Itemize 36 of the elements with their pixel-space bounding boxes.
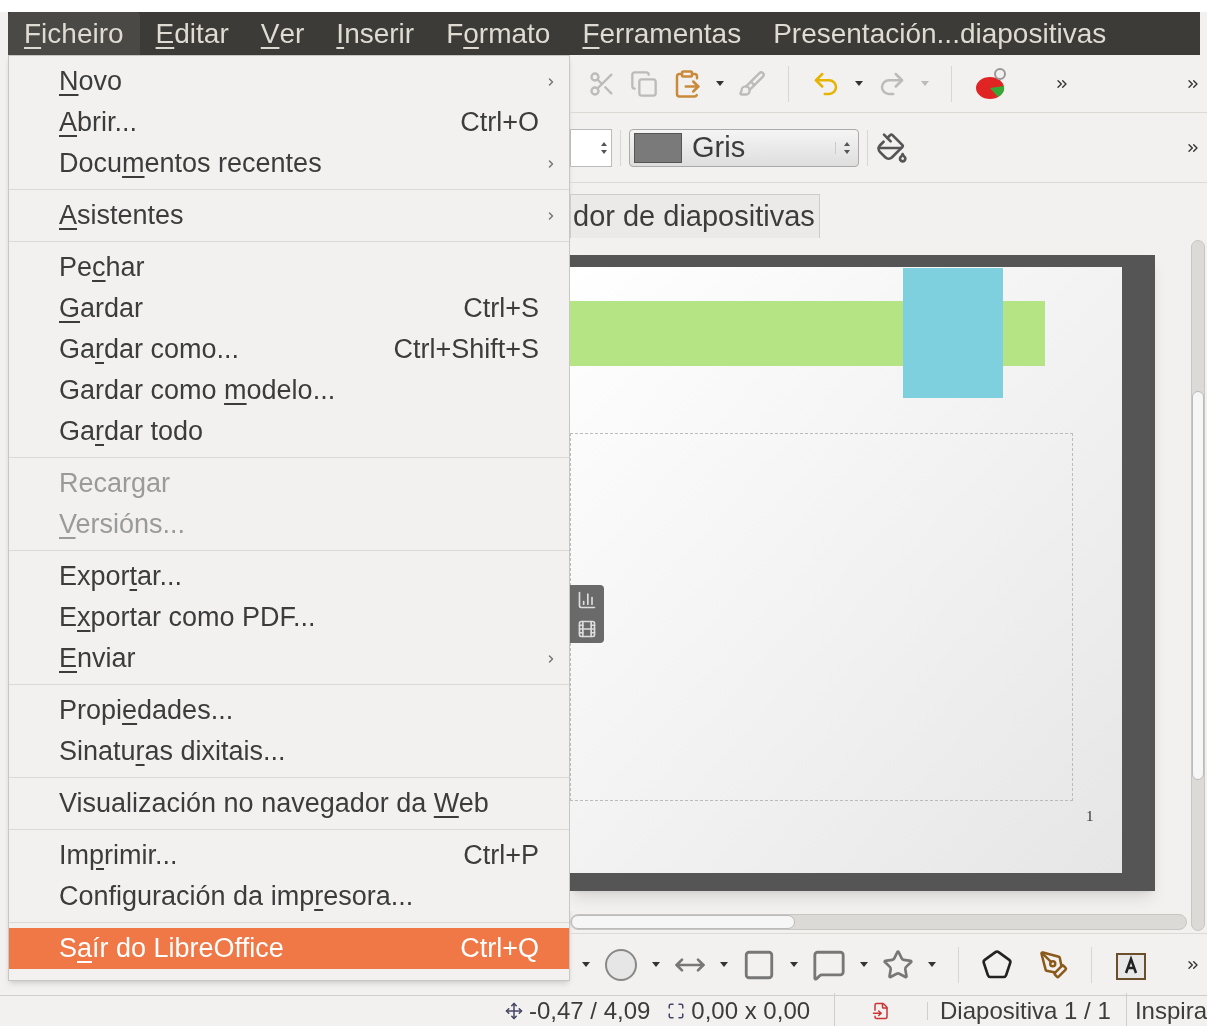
menu-item[interactable]: Propiedades... [9, 690, 569, 731]
tab[interactable]: dor de diapositivas [570, 194, 820, 238]
slide-counter: Diapositiva 1 / 1 [940, 993, 1127, 1026]
menu-item[interactable]: Gardar Ctrl+S [9, 288, 569, 329]
menu-item[interactable]: Gardar todo [9, 411, 569, 452]
position-readout: -0,47 / 4,09 [529, 996, 651, 1026]
page-number: 1 [1086, 807, 1094, 826]
menu-bar-item[interactable]: Formato [430, 12, 567, 55]
menu-item[interactable]: Sinaturas dixitais... [9, 731, 569, 772]
menu-item[interactable]: Visualización no navegador da Web [9, 783, 569, 824]
color-dropdown[interactable]: Gris [629, 128, 859, 167]
shortcut-label: Ctrl+O [460, 106, 539, 140]
menu-item[interactable]: Enviar [9, 638, 569, 679]
menu-item[interactable]: Exportar... [9, 556, 569, 597]
menu-bar-item[interactable]: Ver [244, 12, 321, 55]
design-name: Inspira [1134, 996, 1207, 1026]
menu-item[interactable]: Documentos recentes [9, 143, 569, 184]
shortcut-label: Ctrl+P [463, 839, 539, 873]
menu-item[interactable]: Gardar como... Ctrl+Shift+S [9, 329, 569, 370]
shortcut-label: Ctrl+Shift+S [393, 333, 539, 367]
size-readout: 0,00 x 0,00 [691, 996, 811, 1026]
menu-bar-item[interactable]: Presentación...diapositivas [757, 12, 1123, 55]
menu-item[interactable]: Novo [9, 61, 569, 102]
menu-item[interactable]: Configuración da impresora... [9, 876, 569, 917]
menu-bar-item[interactable]: Ferramentas [566, 12, 758, 55]
menu-item[interactable]: Exportar como PDF... [9, 597, 569, 638]
menu-item[interactable]: Abrir... Ctrl+O [9, 102, 569, 143]
menu-bar-item[interactable]: Editar [139, 12, 245, 55]
shortcut-label: Ctrl+S [463, 292, 539, 326]
menu-item[interactable]: Asistentes [9, 195, 569, 236]
menu-bar-item[interactable]: Ficheiro [8, 12, 140, 55]
shortcut-label: Ctrl+Q [460, 932, 539, 966]
menu-item[interactable]: Pechar [9, 247, 569, 288]
menu-item[interactable]: Gardar como modelo... [9, 370, 569, 411]
menu-item[interactable]: Imprimir... Ctrl+P [9, 835, 569, 876]
menu-bar-item[interactable]: Inserir [320, 12, 431, 55]
